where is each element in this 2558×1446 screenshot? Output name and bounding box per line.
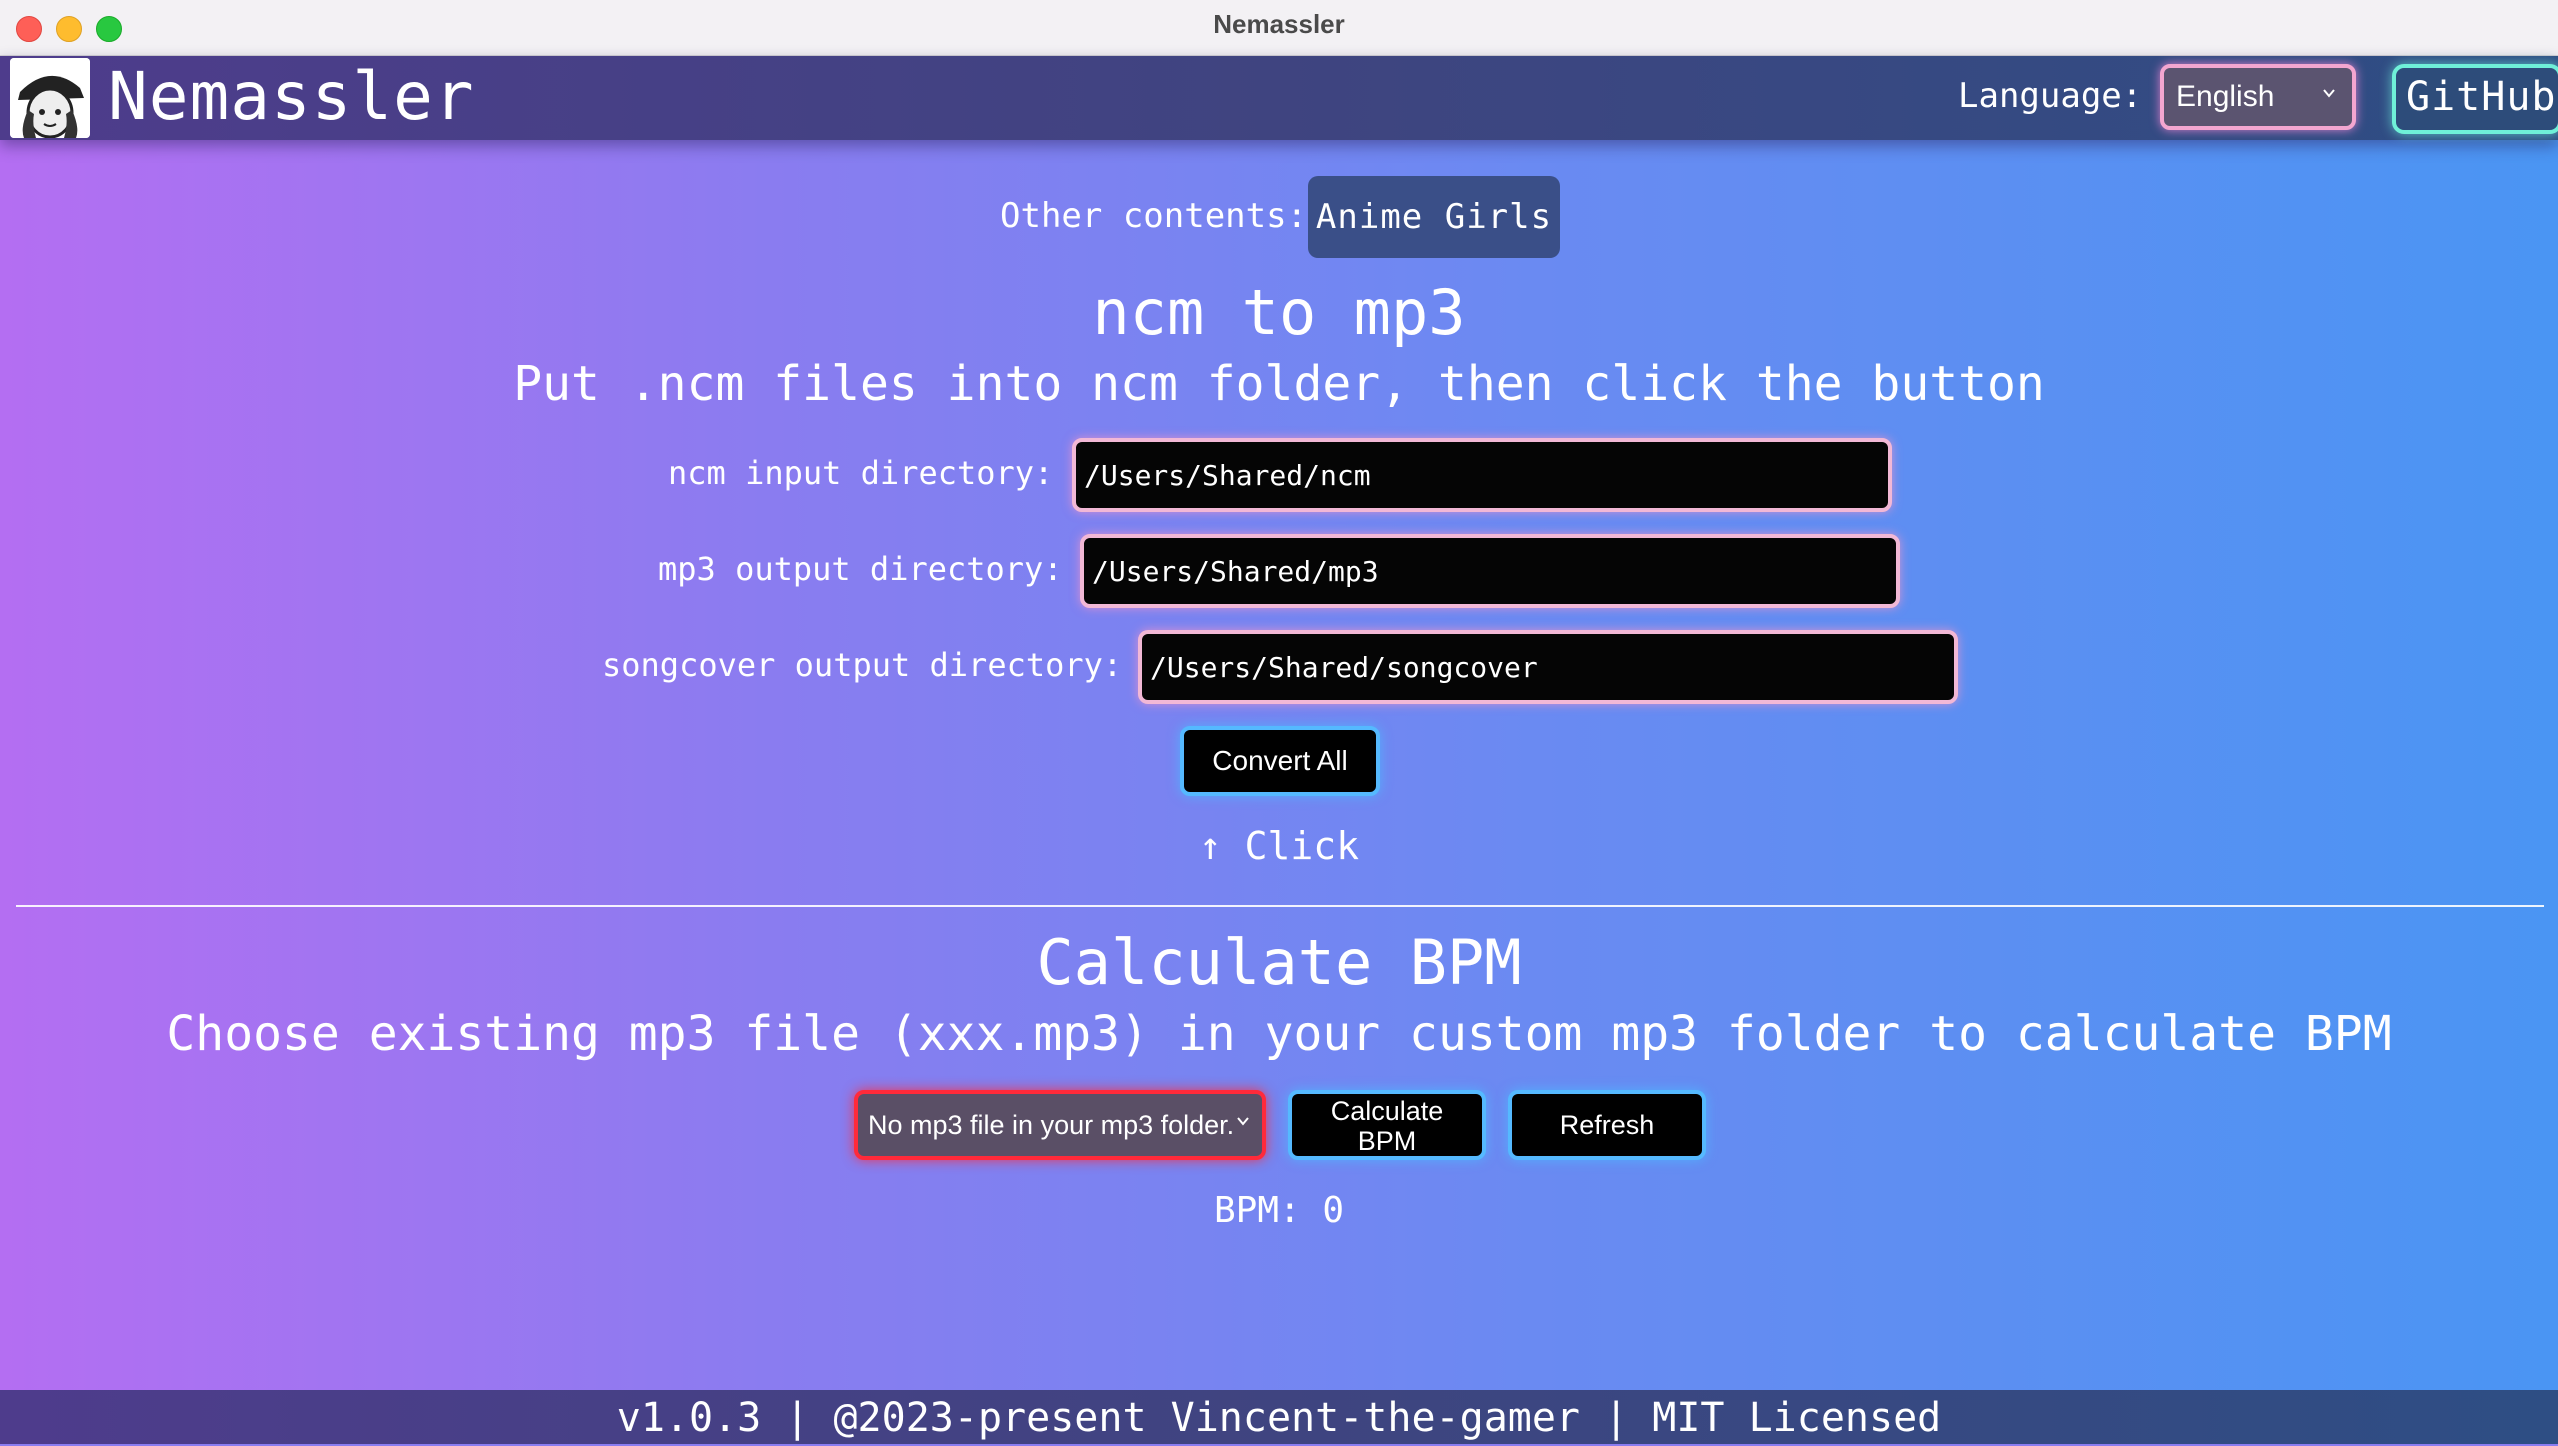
mp3-file-select[interactable]: No mp3 file in your mp3 folder. (854, 1090, 1266, 1160)
calculate-bpm-label-line2: BPM (1357, 1126, 1417, 1156)
window-title: Nemassler (1213, 9, 1345, 39)
songcover-output-label: songcover output directory: (602, 646, 1123, 684)
app-body: Nemassler Language: English GitHub Other… (0, 56, 2558, 1444)
convert-title: ncm to mp3 (1092, 276, 1466, 349)
songcover-output-field[interactable]: /Users/Shared/songcover (1138, 630, 1958, 704)
convert-subtitle: Put .ncm files into ncm folder, then cli… (513, 356, 2045, 412)
chevron-down-icon (1237, 1117, 1249, 1126)
language-select[interactable]: English (2160, 64, 2356, 130)
other-contents-label: Other contents: (1000, 196, 1308, 236)
footer: v1.0.3 | @2023-present Vincent-the-gamer… (0, 1390, 2558, 1444)
click-hint: ↑ Click (1198, 824, 1360, 868)
bpm-subtitle: Choose existing mp3 file (xxx.mp3) in yo… (166, 1006, 2392, 1062)
language-label: Language: (1958, 76, 2143, 116)
window-titlebar: Nemassler (0, 0, 2558, 56)
ncm-input-field[interactable]: /Users/Shared/ncm (1072, 438, 1892, 512)
calculate-bpm-label-line1: Calculate (1330, 1096, 1444, 1126)
section-divider (16, 905, 2544, 907)
bpm-result: BPM: 0 (1213, 1190, 1345, 1231)
logo-icon (10, 58, 90, 138)
app-header: Nemassler Language: English GitHub (0, 56, 2558, 140)
ncm-input-label: ncm input directory: (668, 454, 1054, 492)
other-contents-row: Other contents: Anime Girls (0, 176, 2558, 260)
bpm-title: Calculate BPM (1036, 926, 1522, 999)
mp3-output-label: mp3 output directory: (658, 550, 1063, 588)
mp3-file-select-value: No mp3 file in your mp3 folder. (868, 1110, 1235, 1140)
language-select-value: English (2176, 80, 2275, 113)
mp3-output-field[interactable]: /Users/Shared/mp3 (1080, 534, 1900, 608)
convert-all-button[interactable]: Convert All (1180, 726, 1380, 796)
app-name: Nemassler (108, 58, 475, 135)
refresh-button[interactable]: Refresh (1508, 1090, 1706, 1160)
chevron-down-icon (2323, 89, 2335, 98)
anime-girls-button[interactable]: Anime Girls (1308, 176, 1560, 258)
github-button[interactable]: GitHub (2392, 64, 2558, 134)
calculate-bpm-button[interactable]: Calculate BPM (1288, 1090, 1486, 1160)
